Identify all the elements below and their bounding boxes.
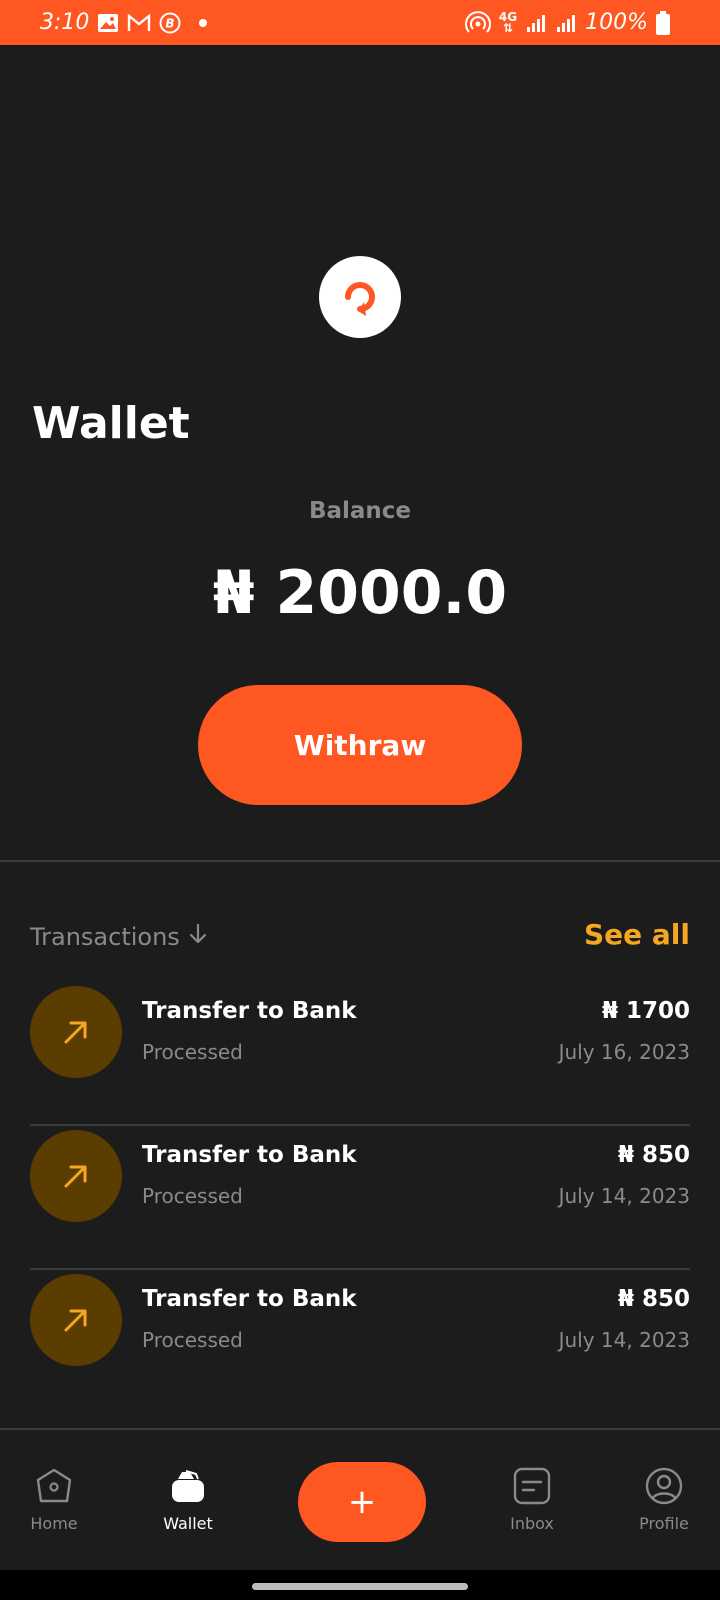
transaction-status: Processed [142, 1040, 243, 1064]
transaction-title: Transfer to Bank [142, 1286, 357, 1312]
transaction-row[interactable]: Transfer to Bank Processed ₦ 850 July 14… [30, 1270, 690, 1370]
status-bar: 3:10 B 4G ⇅ 100% [0, 0, 720, 45]
balance-value: ₦ 2000.0 [212, 558, 508, 628]
nav-item-profile[interactable]: Profile [609, 1466, 719, 1533]
data-arrows-icon: ⇅ [502, 20, 514, 35]
nav-label-profile: Profile [639, 1514, 689, 1533]
gmail-icon [127, 13, 151, 32]
inbox-icon [513, 1467, 551, 1505]
section-divider [0, 860, 720, 862]
transaction-title: Transfer to Bank [142, 998, 357, 1024]
wallet-icon [172, 1470, 204, 1502]
transaction-row[interactable]: Transfer to Bank Processed ₦ 1700 July 1… [30, 982, 690, 1126]
gallery-icon [97, 13, 119, 33]
hotspot-icon [464, 10, 491, 35]
transaction-date: July 14, 2023 [558, 1184, 690, 1208]
arrow-up-right-icon [30, 1274, 122, 1366]
transaction-amount: ₦ 850 [617, 1142, 690, 1168]
nav-label-home: Home [30, 1514, 78, 1533]
arrow-down-icon [186, 922, 210, 952]
notification-dot-icon [189, 13, 209, 33]
battery-icon [656, 10, 670, 35]
transaction-date: July 16, 2023 [558, 1040, 690, 1064]
see-all-link[interactable]: See all [584, 918, 690, 951]
svg-text:B: B [166, 16, 175, 30]
arrow-up-right-icon [30, 986, 122, 1078]
transaction-amount: ₦ 850 [617, 1286, 690, 1312]
transaction-date: July 14, 2023 [558, 1328, 690, 1352]
nav-item-home[interactable]: Home [0, 1466, 109, 1533]
nav-item-wallet[interactable]: Wallet [133, 1466, 243, 1533]
withdraw-button[interactable]: Withraw [198, 685, 522, 805]
add-button[interactable]: + [298, 1462, 426, 1542]
status-right: 4G ⇅ 100% [464, 10, 670, 35]
refresh-icon [345, 282, 375, 316]
balance-label: Balance [308, 498, 412, 524]
nav-item-inbox[interactable]: Inbox [477, 1466, 587, 1533]
transactions-label: Transactions [30, 923, 180, 951]
transaction-status: Processed [142, 1328, 243, 1352]
home-gesture-handle[interactable] [252, 1583, 468, 1590]
gesture-bar [0, 1570, 720, 1600]
signal-icon-2 [555, 12, 577, 34]
arrow-up-right-icon [30, 1130, 122, 1222]
nav-label-wallet: Wallet [163, 1514, 213, 1533]
transactions-sort-toggle[interactable]: Transactions [30, 922, 210, 952]
nav-label-inbox: Inbox [510, 1514, 554, 1533]
battery-percent: 100% [585, 10, 648, 35]
status-time: 3:10 [40, 10, 90, 35]
refresh-button[interactable] [319, 256, 401, 338]
page-title: Wallet [32, 398, 190, 449]
network-type-icon: 4G ⇅ [499, 11, 517, 35]
transaction-title: Transfer to Bank [142, 1142, 357, 1168]
status-left: 3:10 B [40, 10, 209, 35]
transaction-list: Transfer to Bank Processed ₦ 1700 July 1… [30, 982, 690, 1370]
transaction-row[interactable]: Transfer to Bank Processed ₦ 850 July 14… [30, 1126, 690, 1270]
home-icon [36, 1468, 72, 1503]
bottom-nav: Home Wallet + Inbox Profile [0, 1430, 720, 1570]
b-app-icon: B [159, 12, 181, 34]
profile-icon [645, 1467, 683, 1505]
signal-icon-1 [525, 12, 547, 34]
transaction-status: Processed [142, 1184, 243, 1208]
transaction-amount: ₦ 1700 [601, 998, 690, 1024]
